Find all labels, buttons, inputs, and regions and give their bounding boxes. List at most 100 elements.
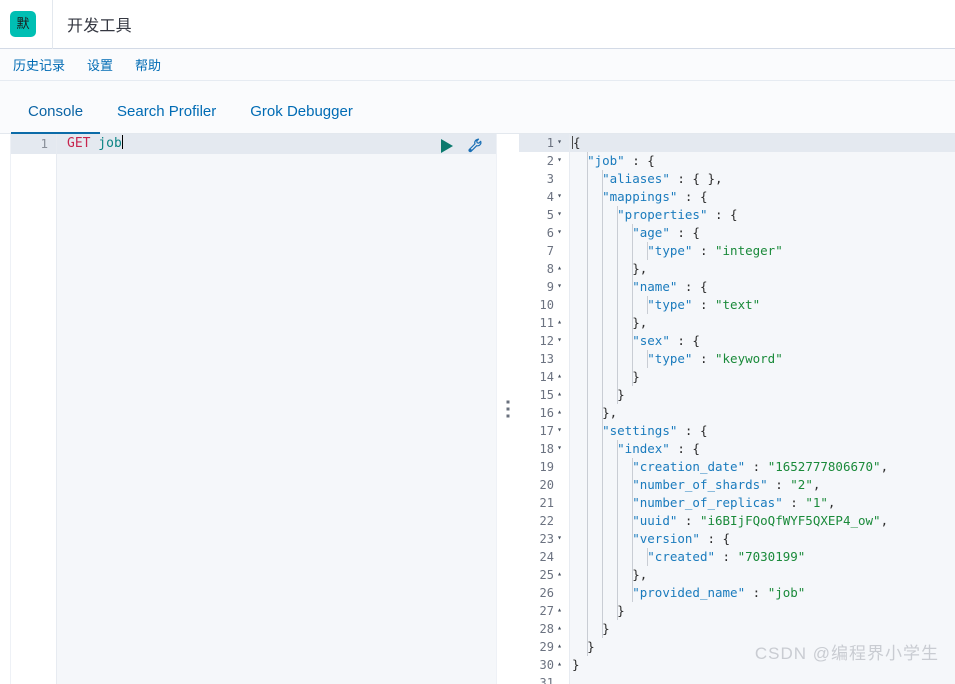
response-line-number: 22: [519, 512, 569, 530]
editor-line-number: [11, 294, 56, 314]
wrench-icon[interactable]: [467, 137, 484, 154]
fold-close-icon[interactable]: ▴: [554, 367, 565, 385]
response-code-line: "uuid" : "i6BIjFQoQfWYF5QXEP4_ow",: [632, 513, 889, 528]
response-line-number[interactable]: 30 ▴: [519, 656, 569, 674]
response-code-line: "index" : {: [617, 441, 700, 456]
tab-console[interactable]: Console: [11, 103, 101, 134]
response-line-number[interactable]: 16 ▴: [519, 404, 569, 422]
response-line-number: 26: [519, 584, 569, 602]
fold-open-icon[interactable]: ▾: [554, 134, 565, 151]
response-line-number[interactable]: 27 ▴: [519, 602, 569, 620]
line-number-text: 2: [546, 154, 554, 168]
response-line-number[interactable]: 23 ▾: [519, 530, 569, 548]
response-code-line: "mappings" : {: [602, 189, 708, 204]
editor-line-number: [11, 594, 56, 614]
editor-line-number: [11, 254, 56, 274]
response-line-number[interactable]: 25 ▴: [519, 566, 569, 584]
response-line-number[interactable]: 17 ▾: [519, 422, 569, 440]
header-divider: [52, 0, 53, 49]
line-number-text: 1: [546, 136, 554, 150]
fold-open-icon[interactable]: ▾: [554, 223, 565, 241]
line-number-text: 3: [546, 172, 554, 186]
send-request-play-icon[interactable]: [441, 138, 453, 153]
editor-line-number: [11, 334, 56, 354]
response-line-number[interactable]: 6 ▾: [519, 224, 569, 242]
menu-item-help[interactable]: 帮助: [135, 55, 161, 74]
editor-line-number: [11, 494, 56, 514]
response-panel[interactable]: 1 ▾ 2 ▾ 3 4 ▾ 5 ▾ 6 ▾ 7 8 ▴ 9 ▾ 10 11 ▴ 12 ▾ 13 14 ▴ 15 ▴ 16 ▴ 17 ▾ 18…: [519, 134, 955, 684]
fold-close-icon[interactable]: ▴: [554, 637, 565, 655]
fold-close-icon[interactable]: ▴: [554, 403, 565, 421]
fold-open-icon[interactable]: ▾: [554, 331, 565, 349]
response-line-number[interactable]: 2 ▾: [519, 152, 569, 170]
line-number-text: 17: [539, 424, 554, 438]
editor-line-number: [11, 454, 56, 474]
fold-close-icon[interactable]: ▴: [554, 313, 565, 331]
line-number-text: 15: [539, 388, 554, 402]
line-number-text: 19: [539, 460, 554, 474]
request-editor-panel[interactable]: 1 GET job: [11, 134, 496, 684]
editor-line-number: [11, 234, 56, 254]
response-code-line: [570, 674, 955, 684]
menu-item-settings[interactable]: 设置: [87, 55, 113, 74]
response-code-line: "job" : {: [587, 153, 655, 168]
response-line-number[interactable]: 12 ▾: [519, 332, 569, 350]
fold-open-icon[interactable]: ▾: [554, 421, 565, 439]
fold-close-icon[interactable]: ▴: [554, 565, 565, 583]
tab-search-profiler[interactable]: Search Profiler: [100, 103, 233, 133]
editor-line-number: [11, 374, 56, 394]
grip-dot: [506, 414, 510, 418]
response-line-number: 24: [519, 548, 569, 566]
editor-line-number: [11, 534, 56, 554]
response-code-line: "type" : "integer": [647, 243, 783, 258]
fold-close-icon[interactable]: ▴: [554, 385, 565, 403]
response-line-number[interactable]: 4 ▾: [519, 188, 569, 206]
response-line-number[interactable]: 11 ▴: [519, 314, 569, 332]
response-line-number[interactable]: 14 ▴: [519, 368, 569, 386]
space-avatar-badge[interactable]: 默: [10, 11, 36, 37]
editor-line-number: [11, 654, 56, 674]
editor-action-buttons: [441, 137, 484, 154]
response-code-line: "settings" : {: [602, 423, 708, 438]
editor-line-number: [11, 434, 56, 454]
fold-open-icon[interactable]: ▾: [554, 439, 565, 457]
fold-open-icon[interactable]: ▾: [554, 277, 565, 295]
fold-close-icon[interactable]: ▴: [554, 601, 565, 619]
line-number-text: 16: [539, 406, 554, 420]
line-number-text: 27: [539, 604, 554, 618]
response-line-number[interactable]: 8 ▴: [519, 260, 569, 278]
response-line-number[interactable]: 9 ▾: [519, 278, 569, 296]
tab-grok-debugger[interactable]: Grok Debugger: [233, 103, 370, 133]
response-line-number[interactable]: 1 ▾: [519, 134, 569, 152]
fold-open-icon[interactable]: ▾: [554, 529, 565, 547]
fold-close-icon[interactable]: ▴: [554, 619, 565, 637]
request-method: GET: [67, 136, 91, 151]
panel-splitter-handle[interactable]: [496, 134, 519, 684]
line-number-text: 30: [539, 658, 554, 672]
response-line-number[interactable]: 5 ▾: [519, 206, 569, 224]
response-code-line: }: [632, 369, 640, 384]
line-number-text: 22: [539, 514, 554, 528]
line-number-text: 11: [539, 316, 554, 330]
response-line-number[interactable]: 29 ▴: [519, 638, 569, 656]
fold-close-icon[interactable]: ▴: [554, 259, 565, 277]
response-code-line: }: [572, 657, 580, 672]
response-line-number[interactable]: 15 ▴: [519, 386, 569, 404]
line-number-text: 31: [539, 676, 554, 684]
response-code[interactable]: { "job" : { "aliases" : { }, "mappings" …: [570, 134, 955, 684]
fold-close-icon[interactable]: ▴: [554, 655, 565, 673]
request-line-1[interactable]: GET job: [57, 134, 496, 154]
response-gutter[interactable]: 1 ▾ 2 ▾ 3 4 ▾ 5 ▾ 6 ▾ 7 8 ▴ 9 ▾ 10 11 ▴ 12 ▾ 13 14 ▴ 15 ▴ 16 ▴ 17 ▾ 18…: [519, 134, 570, 684]
response-line-number: 10: [519, 296, 569, 314]
menu-item-history[interactable]: 历史记录: [13, 55, 65, 74]
fold-open-icon[interactable]: ▾: [554, 187, 565, 205]
request-editor-code[interactable]: GET job: [57, 134, 496, 684]
response-code-line: "sex" : {: [632, 333, 700, 348]
response-code-line: },: [632, 567, 648, 582]
response-line-number: 13: [519, 350, 569, 368]
fold-open-icon[interactable]: ▾: [554, 205, 565, 223]
response-line-number[interactable]: 28 ▴: [519, 620, 569, 638]
response-line-number[interactable]: 18 ▾: [519, 440, 569, 458]
editor-line-number: [11, 174, 56, 194]
fold-open-icon[interactable]: ▾: [554, 151, 565, 169]
